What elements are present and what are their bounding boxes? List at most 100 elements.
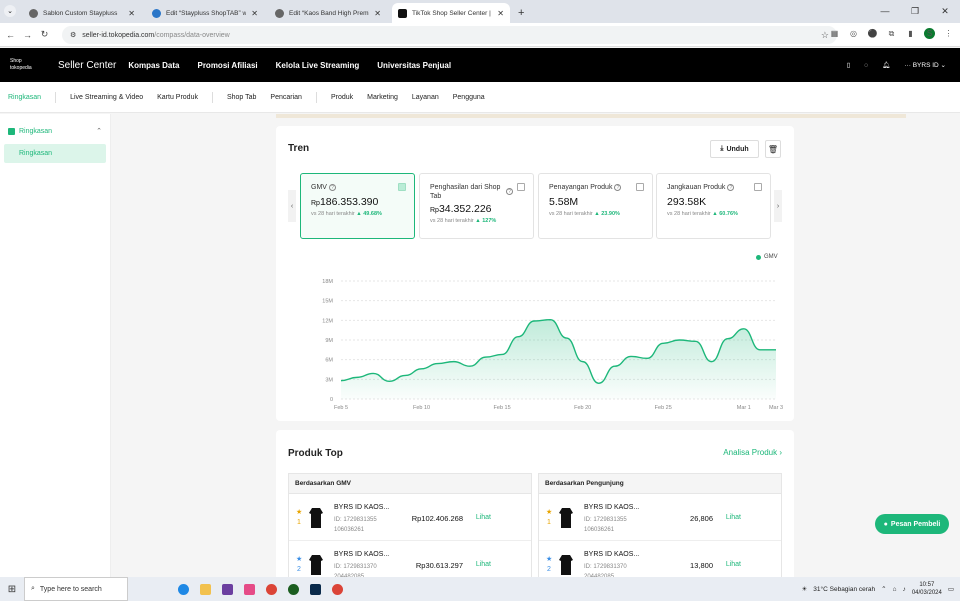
windows-start-icon[interactable]: ⊞ xyxy=(0,584,24,595)
photoshop-icon[interactable] xyxy=(306,580,324,598)
subnav-marketing[interactable]: Marketing xyxy=(367,94,398,101)
network-icon[interactable]: ⌂ xyxy=(893,586,897,593)
metric-checkbox[interactable] xyxy=(754,183,762,191)
extension-icon[interactable]: ◎ xyxy=(848,28,859,39)
help-icon[interactable]: ? xyxy=(614,184,622,191)
gmv-data-point[interactable] xyxy=(643,354,651,362)
help-icon[interactable]: ? xyxy=(506,188,513,195)
back-icon[interactable]: ← xyxy=(4,30,17,40)
profile-avatar[interactable]: S xyxy=(924,28,935,39)
close-tab-icon[interactable]: ✕ xyxy=(251,9,258,18)
bell-icon[interactable]: 🔔︎ xyxy=(882,61,890,69)
url-input[interactable]: ⚙ seller-id.tokopedia.com/compass/data-o… xyxy=(62,26,837,44)
subnav-produk[interactable]: Produk xyxy=(331,94,353,101)
browser-tab[interactable]: Sablon Custom Staypluss ✕ xyxy=(23,3,141,23)
extension-icon[interactable]: ⚫ xyxy=(867,28,878,39)
gmv-data-point[interactable] xyxy=(530,317,538,325)
gmv-data-point[interactable] xyxy=(675,336,683,344)
gmv-data-point[interactable] xyxy=(369,369,377,377)
gmv-data-point[interactable] xyxy=(772,346,780,354)
new-tab-button[interactable]: + xyxy=(510,3,532,23)
gmv-data-point[interactable] xyxy=(691,337,699,345)
sidebar-section-ringkasan[interactable]: Ringkasan ⌃ xyxy=(0,121,110,141)
close-tab-icon[interactable]: ✕ xyxy=(374,9,381,18)
app-icon[interactable] xyxy=(218,580,236,598)
pesan-pembeli-button[interactable]: ● Pesan Pembeli xyxy=(875,514,949,534)
clock[interactable]: 10:57 04/03/2024 xyxy=(912,581,942,597)
metric-scroll-left[interactable]: ‹ xyxy=(288,190,296,222)
restore-icon[interactable]: ❐ xyxy=(900,0,930,22)
close-tab-icon[interactable]: ✕ xyxy=(128,9,135,18)
gmv-data-point[interactable] xyxy=(498,350,506,358)
browser-tab[interactable]: Edit “Staypluss ShopTAB” with E ✕ xyxy=(146,3,264,23)
gmv-data-point[interactable] xyxy=(546,316,554,324)
gmv-data-point[interactable] xyxy=(611,362,619,370)
lihat-link[interactable]: Lihat xyxy=(726,514,741,521)
weather-text[interactable]: 31°C Sebagian cerah xyxy=(813,586,875,593)
edge-icon[interactable] xyxy=(174,580,192,598)
close-window-icon[interactable]: ✕ xyxy=(930,0,960,22)
gmv-data-point[interactable] xyxy=(595,379,603,387)
gmv-data-point[interactable] xyxy=(482,353,490,361)
download-button[interactable]: ⤓ Unduh xyxy=(710,140,759,158)
subnav-live-streaming-video[interactable]: Live Streaming & Video xyxy=(70,94,143,101)
delete-icon[interactable]: 🗑︎ xyxy=(765,140,781,158)
reload-icon[interactable]: ↻ xyxy=(38,29,51,40)
extensions-puzzle-icon[interactable]: ⧉ xyxy=(886,28,897,39)
metric-card-gmv[interactable]: GMV? Rp186.353.390 vs 28 hari terakhir ▲… xyxy=(300,173,415,239)
metric-checkbox[interactable] xyxy=(517,183,525,191)
gmv-data-point[interactable] xyxy=(708,358,716,366)
chrome-icon[interactable] xyxy=(262,580,280,598)
metric-card-penghasilan-shop-tab[interactable]: Penghasilan dari Shop Tab ? Rp34.352.226… xyxy=(419,173,534,239)
metric-card-penayangan-produk[interactable]: Penayangan Produk? 5.58M vs 28 hari tera… xyxy=(538,173,653,239)
gmv-data-point[interactable] xyxy=(466,362,474,370)
gmv-data-point[interactable] xyxy=(579,358,587,366)
metric-card-jangkauan-produk[interactable]: Jangkauan Produk? 293.58K vs 28 hari ter… xyxy=(656,173,771,239)
app-icon[interactable] xyxy=(240,580,258,598)
notification-icon[interactable]: ▭ xyxy=(948,585,954,593)
support-icon[interactable]: ◌ xyxy=(864,62,868,69)
help-icon[interactable]: ? xyxy=(727,184,735,191)
subnav-ringkasan[interactable]: Ringkasan xyxy=(8,94,41,101)
metric-scroll-right[interactable]: › xyxy=(774,190,782,222)
product-name[interactable]: BYRS ID KAOS... xyxy=(584,504,639,511)
gmv-data-point[interactable] xyxy=(385,377,393,385)
minimize-icon[interactable]: — xyxy=(870,0,900,22)
gmv-data-point[interactable] xyxy=(450,358,458,366)
analisa-produk-link[interactable]: Analisa Produk › xyxy=(723,448,782,457)
topnav-promosi-afiliasi[interactable]: Promosi Afiliasi xyxy=(197,61,257,70)
topnav-universitas-penjual[interactable]: Universitas Penjual xyxy=(377,61,451,70)
side-panel-icon[interactable]: ▮ xyxy=(905,28,916,39)
extension-icon[interactable]: ▦ xyxy=(829,28,840,39)
lihat-link[interactable]: Lihat xyxy=(476,514,491,521)
gmv-data-point[interactable] xyxy=(337,377,345,385)
forward-icon[interactable]: → xyxy=(21,30,34,40)
site-info-icon[interactable]: ⚙ xyxy=(70,31,76,39)
browser-tab[interactable]: Edit “Kaos Band High Premium ✕ xyxy=(269,3,387,23)
chrome-icon[interactable] xyxy=(328,580,346,598)
tokopedia-logo[interactable]: Shop tokopedia xyxy=(10,58,50,72)
gmv-data-point[interactable] xyxy=(724,335,732,343)
phone-icon[interactable]: ▯ xyxy=(847,61,851,69)
topnav-kelola-live-streaming[interactable]: Kelola Live Streaming xyxy=(276,61,360,70)
sidebar-item-ringkasan[interactable]: Ringkasan xyxy=(4,144,106,163)
browser-tab-active[interactable]: TikTok Shop Seller Center | Indo ✕ xyxy=(392,3,510,23)
subnav-shop-tab[interactable]: Shop Tab xyxy=(227,94,256,101)
subnav-layanan[interactable]: Layanan xyxy=(412,94,439,101)
gmv-data-point[interactable] xyxy=(434,360,442,368)
help-icon[interactable]: ? xyxy=(328,184,336,191)
volume-icon[interactable]: ♪ xyxy=(903,586,906,593)
gmv-data-point[interactable] xyxy=(627,352,635,360)
taskbar-search-input[interactable]: ⌕ Type here to search xyxy=(24,577,128,601)
tab-search-icon[interactable]: ⌄ xyxy=(4,5,16,17)
gmv-data-point[interactable] xyxy=(353,373,361,381)
close-tab-icon[interactable]: ✕ xyxy=(497,9,504,18)
gmv-data-point[interactable] xyxy=(563,334,571,342)
store-account-menu[interactable]: ··· BYRS ID ⌄ xyxy=(904,61,946,69)
subnav-kartu-produk[interactable]: Kartu Produk xyxy=(157,94,198,101)
subnav-pengguna[interactable]: Pengguna xyxy=(453,94,485,101)
file-explorer-icon[interactable] xyxy=(196,580,214,598)
topnav-kompas-data[interactable]: Kompas Data xyxy=(128,61,179,70)
gmv-data-point[interactable] xyxy=(514,333,522,341)
bookmark-star-icon[interactable]: ☆ xyxy=(821,30,829,41)
